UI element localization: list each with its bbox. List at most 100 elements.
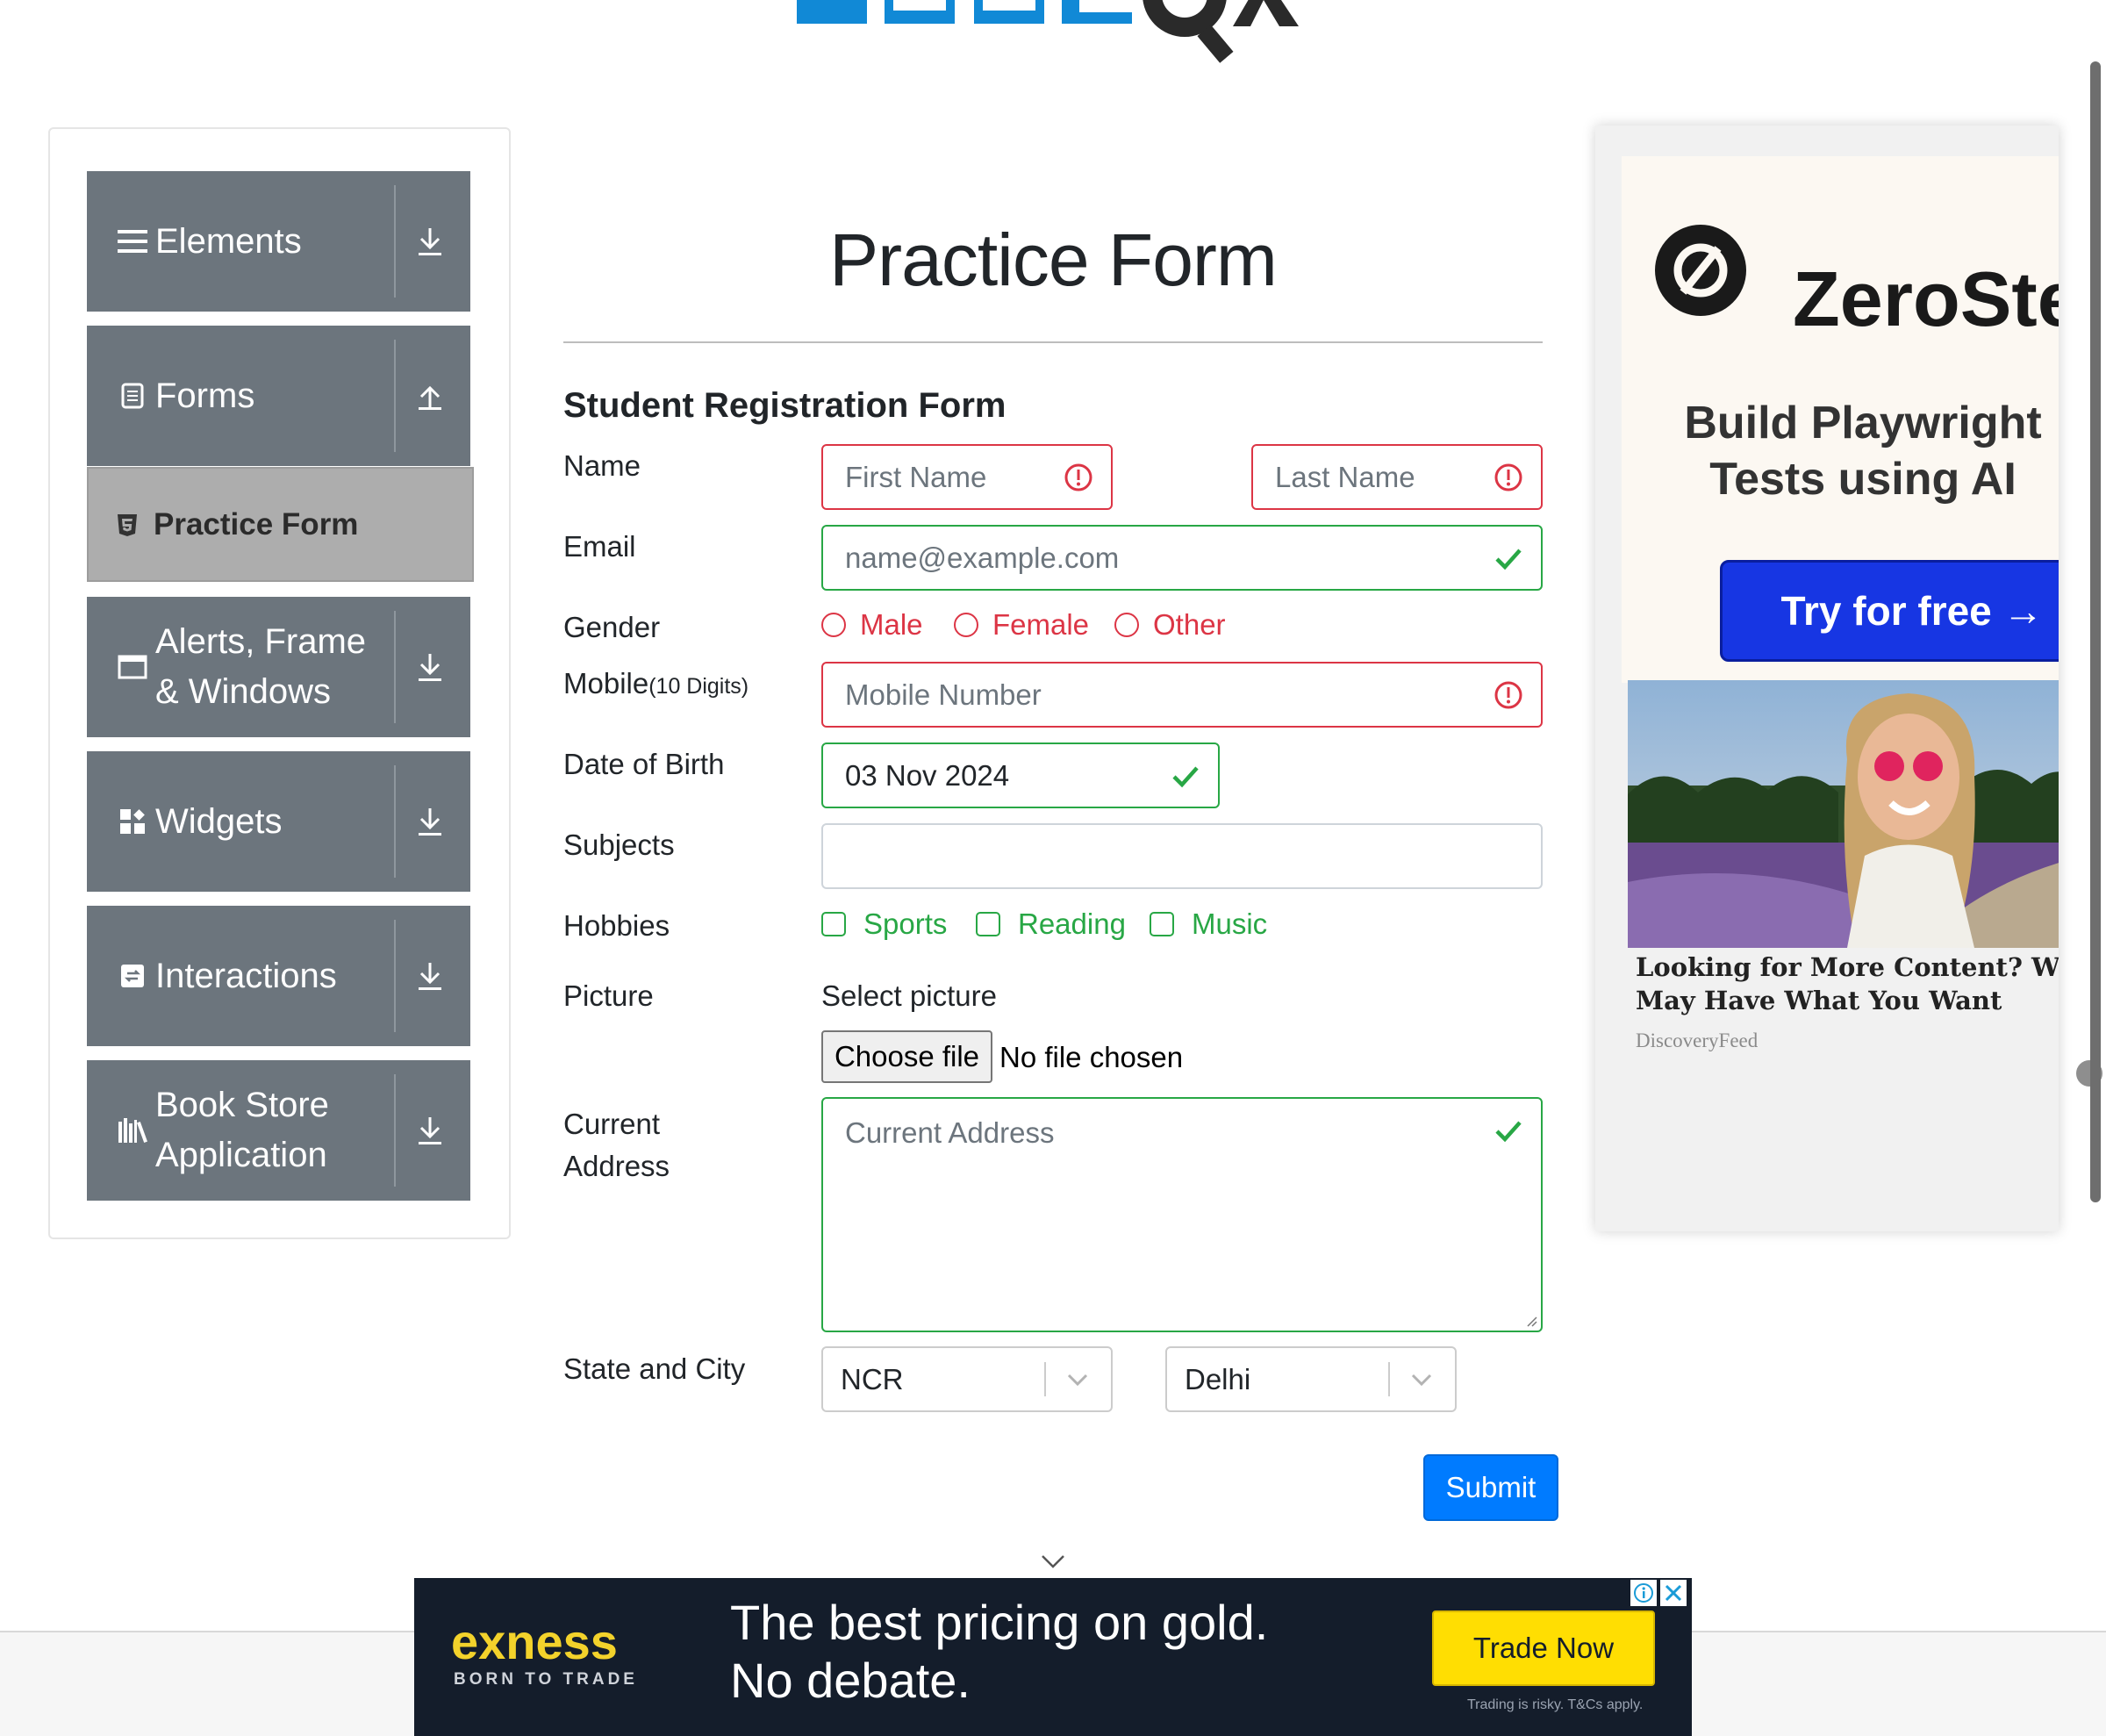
widgets-icon <box>117 751 148 892</box>
date-of-birth-input[interactable]: 03 Nov 2024 <box>821 742 1220 808</box>
state-value: NCR <box>841 1362 904 1395</box>
mobile-label: Mobile(10 Digits) <box>563 667 749 699</box>
zerostep-ad[interactable]: ZeroStep Build Playwright Tests using AI… <box>1595 126 2059 1231</box>
adchoices-icon[interactable] <box>1630 1580 1657 1606</box>
file-status: No file chosen <box>999 1041 1184 1073</box>
sidebar-item-label: Practice Form <box>154 506 359 542</box>
subjects-input[interactable] <box>821 823 1543 889</box>
hobbies-label: Hobbies <box>563 909 670 942</box>
download-arrow-icon[interactable] <box>402 906 458 1046</box>
exness-logo: exness <box>451 1614 618 1669</box>
email-input[interactable]: name@example.com <box>821 525 1543 591</box>
chevron-down-icon <box>1060 1348 1095 1410</box>
zerostep-tagline: Build Playwright Tests using AI <box>1684 398 2042 505</box>
current-address-textarea[interactable]: Current Address <box>821 1097 1543 1332</box>
email-placeholder: name@example.com <box>845 541 1120 574</box>
chevron-down-icon[interactable] <box>1040 1553 1066 1569</box>
mobile-input[interactable]: Mobile Number <box>821 662 1543 728</box>
error-icon <box>1064 463 1092 491</box>
address-placeholder: Current Address <box>845 1116 1055 1149</box>
state-select[interactable]: NCR <box>821 1346 1113 1412</box>
hobby-checkbox-music[interactable]: Music <box>1150 907 1267 941</box>
download-arrow-icon[interactable] <box>402 751 458 892</box>
sidebar: Elements Forms Practice Form Alerts, Fra… <box>48 127 511 1239</box>
address-label: Current Address <box>563 1108 670 1182</box>
email-label: Email <box>563 530 636 563</box>
error-icon <box>1494 463 1522 491</box>
close-icon[interactable] <box>1660 1580 1687 1606</box>
sidebar-group-label: Widgets <box>155 801 283 841</box>
sidebar-group-alerts[interactable]: Alerts, Frame & Windows <box>87 597 470 737</box>
state-city-label: State and City <box>563 1352 746 1385</box>
subjects-label: Subjects <box>563 829 675 861</box>
zerostep-ad-banner[interactable]: ZeroStep Build Playwright Tests using AI… <box>1622 156 2059 683</box>
select-picture-label: Select picture <box>821 979 997 1012</box>
first-name-placeholder: First Name <box>845 460 987 493</box>
trade-now-button[interactable]: Trade Now <box>1432 1610 1655 1686</box>
radio-label: Male <box>860 608 923 641</box>
choose-file-button[interactable]: Choose file <box>821 1030 992 1083</box>
ad-photo-woman[interactable] <box>1628 680 2059 948</box>
document-icon <box>117 326 148 466</box>
checkmark-icon <box>1495 548 1522 570</box>
error-icon <box>1494 681 1522 708</box>
download-arrow-icon[interactable] <box>402 171 458 312</box>
mobile-placeholder: Mobile Number <box>845 678 1042 711</box>
download-arrow-icon[interactable] <box>402 1060 458 1201</box>
submit-button[interactable]: Submit <box>1423 1454 1558 1521</box>
sidebar-group-forms[interactable]: Forms <box>87 326 470 466</box>
checkbox-label: Music <box>1192 907 1268 940</box>
toolsqa-logo[interactable] <box>772 0 1351 70</box>
resize-handle-icon[interactable] <box>1523 1313 1537 1327</box>
checkbox-label: Reading <box>1018 907 1126 940</box>
exness-disclaimer: Trading is risky. T&Cs apply. <box>1467 1697 1644 1712</box>
sidebar-group-bookstore[interactable]: Book Store Application <box>87 1060 470 1201</box>
title-divider <box>563 341 1543 343</box>
html5-icon <box>118 513 137 536</box>
try-for-free-button[interactable]: Try for free → <box>1720 560 2059 662</box>
gender-radio-female[interactable]: Female <box>954 608 1089 642</box>
first-name-input[interactable]: First Name <box>821 444 1113 510</box>
sidebar-group-label: Book Store Application <box>155 1086 329 1174</box>
city-select[interactable]: Delhi <box>1165 1346 1457 1412</box>
radio-label: Other <box>1153 608 1226 641</box>
gender-label: Gender <box>563 611 661 643</box>
window-icon <box>117 597 148 737</box>
last-name-placeholder: Last Name <box>1275 460 1415 493</box>
page-scrollbar[interactable] <box>2090 61 2101 1202</box>
form-subtitle: Student Registration Form <box>563 386 1006 425</box>
page-title: Practice Form <box>829 219 1278 301</box>
exness-tagline: BORN TO TRADE <box>454 1670 638 1689</box>
sidebar-group-label: Alerts, Frame & Windows <box>155 622 367 711</box>
checkbox-label: Sports <box>863 907 948 940</box>
sidebar-group-label: Elements <box>155 221 302 261</box>
exness-headline: The best pricing on gold. No debate. <box>730 1595 1269 1708</box>
sidebar-group-elements[interactable]: Elements <box>87 171 470 312</box>
download-arrow-icon[interactable] <box>402 597 458 737</box>
name-label: Name <box>563 449 641 482</box>
books-icon <box>117 1060 148 1201</box>
hamburger-icon <box>117 171 148 312</box>
city-value: Delhi <box>1185 1362 1251 1395</box>
last-name-input[interactable]: Last Name <box>1251 444 1543 510</box>
hobby-checkbox-reading[interactable]: Reading <box>976 907 1126 941</box>
exness-ad[interactable]: exness BORN TO TRADE The best pricing on… <box>414 1578 1692 1736</box>
upload-arrow-icon[interactable] <box>402 326 458 466</box>
checkmark-icon <box>1172 765 1199 787</box>
zerostep-logo-icon <box>1655 225 1746 316</box>
dob-label: Date of Birth <box>563 748 725 780</box>
sidebar-group-label: Interactions <box>155 956 337 995</box>
ad-caption[interactable]: Looking for More Content? We May Have Wh… <box>1636 950 2059 1017</box>
picture-label: Picture <box>563 979 654 1012</box>
sidebar-group-label: Forms <box>155 376 255 415</box>
mobile-hint: (10 Digits) <box>648 674 749 699</box>
radio-label: Female <box>992 608 1090 641</box>
sidebar-group-interactions[interactable]: Interactions <box>87 906 470 1046</box>
sidebar-group-widgets[interactable]: Widgets <box>87 751 470 892</box>
sidebar-item-practice-form[interactable]: Practice Form <box>87 467 474 582</box>
dob-value: 03 Nov 2024 <box>845 758 1010 792</box>
ad-source: DiscoveryFeed <box>1636 1029 1759 1051</box>
hobby-checkbox-sports[interactable]: Sports <box>821 907 947 941</box>
gender-radio-male[interactable]: Male <box>821 608 923 642</box>
gender-radio-other[interactable]: Other <box>1114 608 1226 642</box>
